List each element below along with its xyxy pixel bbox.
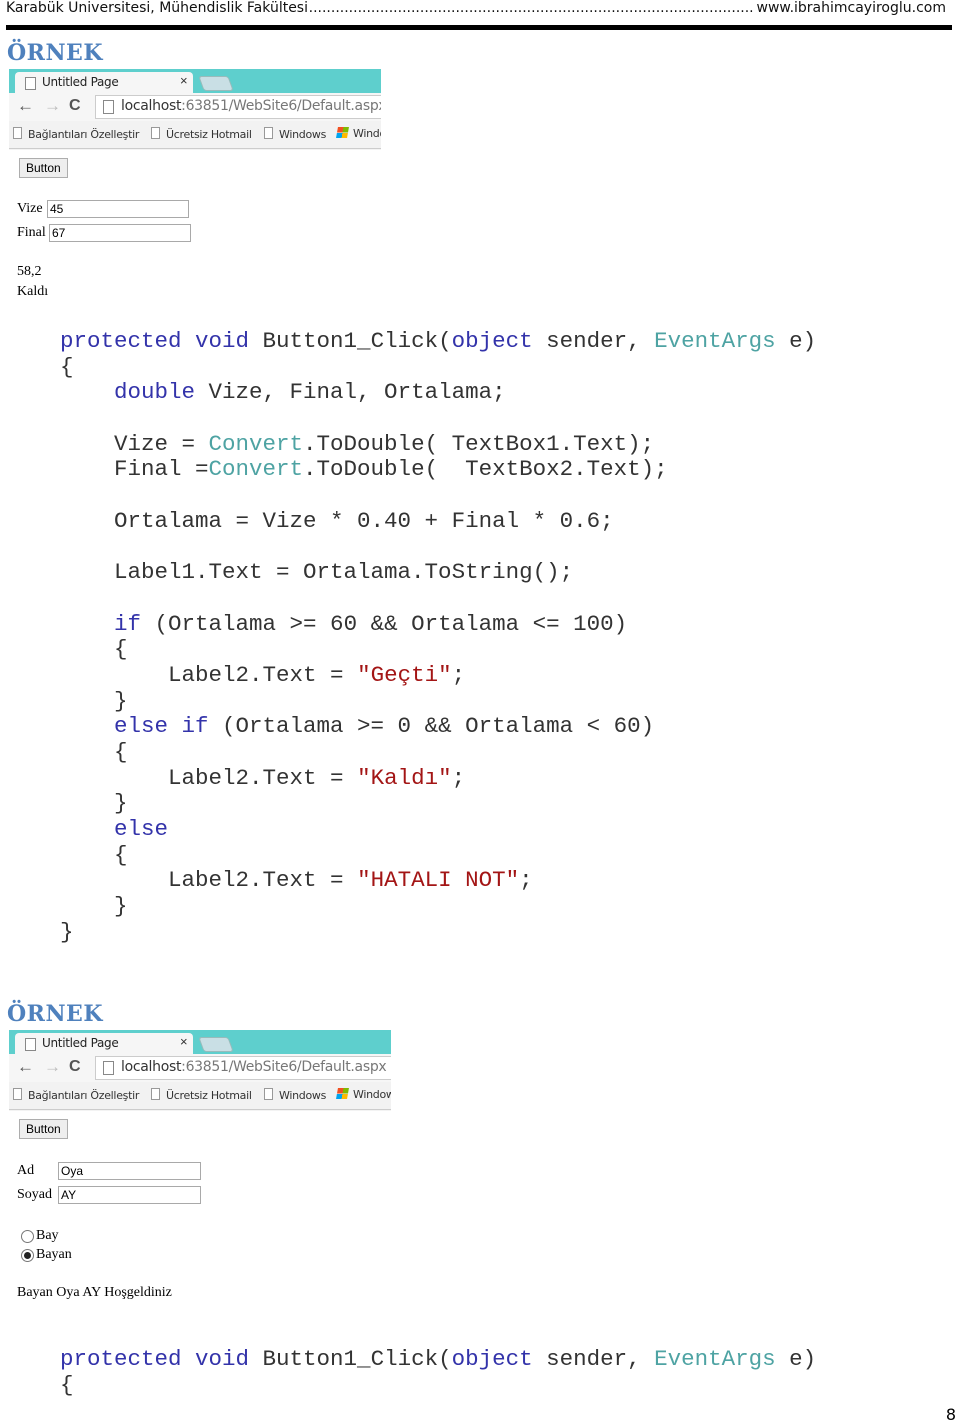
code-line: } [60, 918, 74, 945]
tab-title: Untitled Page [42, 1036, 119, 1050]
code-line: { [60, 636, 128, 663]
page-icon [25, 1038, 36, 1051]
reload-icon[interactable]: C [69, 97, 81, 115]
code-line: } [60, 687, 128, 714]
code-line: else [114, 816, 169, 843]
browser-tab[interactable]: Untitled Page × [15, 72, 193, 94]
back-arrow-icon[interactable]: ← [17, 1057, 34, 1077]
nav-bar: ← → C localhost:63851/WebSite6/Default.a… [9, 1054, 391, 1082]
url-text: localhost:63851/WebSite6/Default.aspx [121, 98, 381, 114]
radio-bay-label: Bay [36, 1228, 59, 1243]
code-line: Label1.Text = Ortalama.ToString(); [60, 559, 574, 586]
tab-strip: Untitled Page × [9, 1030, 391, 1055]
address-bar[interactable]: localhost:63851/WebSite6/Default.aspx [95, 1056, 391, 1080]
soyad-input[interactable] [58, 1186, 201, 1204]
tab-title: Untitled Page [42, 75, 119, 89]
bookmark-item[interactable]: Windows [336, 127, 381, 140]
header-left: Karabük Üniversitesi, Mühendislik Fakült… [6, 0, 309, 16]
page-header: ........................................… [6, 0, 946, 20]
radio-bayan[interactable] [21, 1249, 34, 1262]
url-text: localhost:63851/WebSite6/Default.aspx [121, 1059, 387, 1075]
windows-logo-icon [336, 127, 349, 138]
code-block: protected void Button1_Click(object send… [60, 1346, 817, 1398]
code-line: Label2.Text = "Kaldı"; [60, 764, 466, 791]
close-icon[interactable]: × [180, 73, 188, 88]
close-icon[interactable]: × [180, 1034, 188, 1049]
code-line: { [60, 1371, 74, 1398]
bookmark-item[interactable]: Windows [264, 127, 326, 141]
page-icon [103, 100, 114, 114]
code-line: { [60, 841, 128, 868]
tab-strip: Untitled Page × [9, 69, 381, 94]
address-bar[interactable]: localhost:63851/WebSite6/Default.aspx [95, 95, 381, 119]
forward-arrow-icon[interactable]: → [44, 1057, 61, 1077]
average-label: 58,2 [17, 264, 42, 279]
code-block: protected void Button1_Click(object send… [60, 328, 816, 945]
ad-label: Ad [17, 1163, 35, 1178]
page-icon [264, 127, 273, 139]
bookmarks-bar: Bağlantıları Özelleştir Ücretsiz Hotmail… [9, 1082, 391, 1110]
vize-label: Vize [17, 201, 43, 216]
example-heading: ÖRNEK [7, 40, 103, 66]
bookmarks-bar: Bağlantıları Özelleştir Ücretsiz Hotmail… [9, 121, 381, 149]
button-1[interactable]: Button [19, 1119, 68, 1139]
result-label: Kaldı [17, 284, 49, 299]
radio-bayan-label: Bayan [36, 1247, 72, 1262]
new-tab-button[interactable] [198, 1037, 234, 1052]
windows-logo-icon [336, 1088, 349, 1099]
bookmark-item[interactable]: Bağlantıları Özelleştir [13, 127, 139, 141]
forward-arrow-icon[interactable]: → [44, 96, 61, 116]
code-line: if (Ortalama >= 60 && Ortalama <= 100) [114, 610, 628, 637]
browser-window: Untitled Page × ← → C localhost:63851/We… [9, 1030, 391, 1111]
code-line: Final =Convert.ToDouble( TextBox2.Text); [60, 456, 668, 483]
code-line: else if (Ortalama >= 0 && Ortalama < 60) [114, 713, 655, 740]
browser-tab[interactable]: Untitled Page × [15, 1033, 193, 1055]
code-line: Label2.Text = "Geçti"; [60, 661, 466, 688]
bookmark-item[interactable]: Windows [336, 1088, 391, 1101]
browser-window: Untitled Page × ← → C localhost:63851/We… [9, 69, 381, 150]
bookmark-item[interactable]: Ücretsiz Hotmail [151, 127, 252, 141]
code-line: { [60, 739, 128, 765]
page-number: 8 [945, 1405, 956, 1424]
code-line: Label2.Text = "HATALI NOT"; [60, 867, 533, 894]
radio-bay[interactable] [21, 1230, 34, 1243]
page-icon [151, 127, 160, 139]
code-line: Vize = Convert.ToDouble( TextBox1.Text); [60, 430, 655, 457]
final-label: Final [17, 225, 46, 240]
bookmark-item[interactable]: Bağlantıları Özelleştir [13, 1088, 139, 1102]
soyad-label: Soyad [17, 1187, 52, 1202]
bookmark-item[interactable]: Ücretsiz Hotmail [151, 1088, 252, 1102]
example-heading: ÖRNEK [7, 1001, 103, 1027]
code-line: Ortalama = Vize * 0.40 + Final * 0.6; [60, 507, 614, 534]
welcome-label: Bayan Oya AY Hoşgeldiniz [17, 1285, 172, 1300]
page-icon [25, 77, 36, 90]
page-icon [13, 1088, 22, 1100]
page-icon [13, 127, 22, 139]
new-tab-button[interactable] [198, 76, 234, 91]
nav-bar: ← → C localhost:63851/WebSite6/Default.a… [9, 93, 381, 121]
bookmark-item[interactable]: Windows [264, 1088, 326, 1102]
reload-icon[interactable]: C [69, 1058, 81, 1076]
code-line: { [60, 353, 74, 380]
vize-input[interactable] [47, 200, 189, 218]
page-icon [264, 1088, 273, 1100]
code-line: protected void Button1_Click(object send… [60, 1346, 817, 1372]
ad-input[interactable] [58, 1162, 201, 1180]
button-1[interactable]: Button [19, 158, 68, 178]
code-line: protected void Button1_Click(object send… [60, 328, 817, 354]
code-line: } [60, 790, 128, 817]
code-line: double Vize, Final, Ortalama; [114, 379, 506, 406]
header-rule [6, 25, 952, 30]
final-input[interactable] [49, 224, 191, 242]
header-right: www.ibrahimcayiroglu.com [754, 0, 946, 16]
page-icon [103, 1061, 114, 1075]
back-arrow-icon[interactable]: ← [17, 96, 34, 116]
page-icon [151, 1088, 160, 1100]
code-line: } [60, 893, 128, 920]
